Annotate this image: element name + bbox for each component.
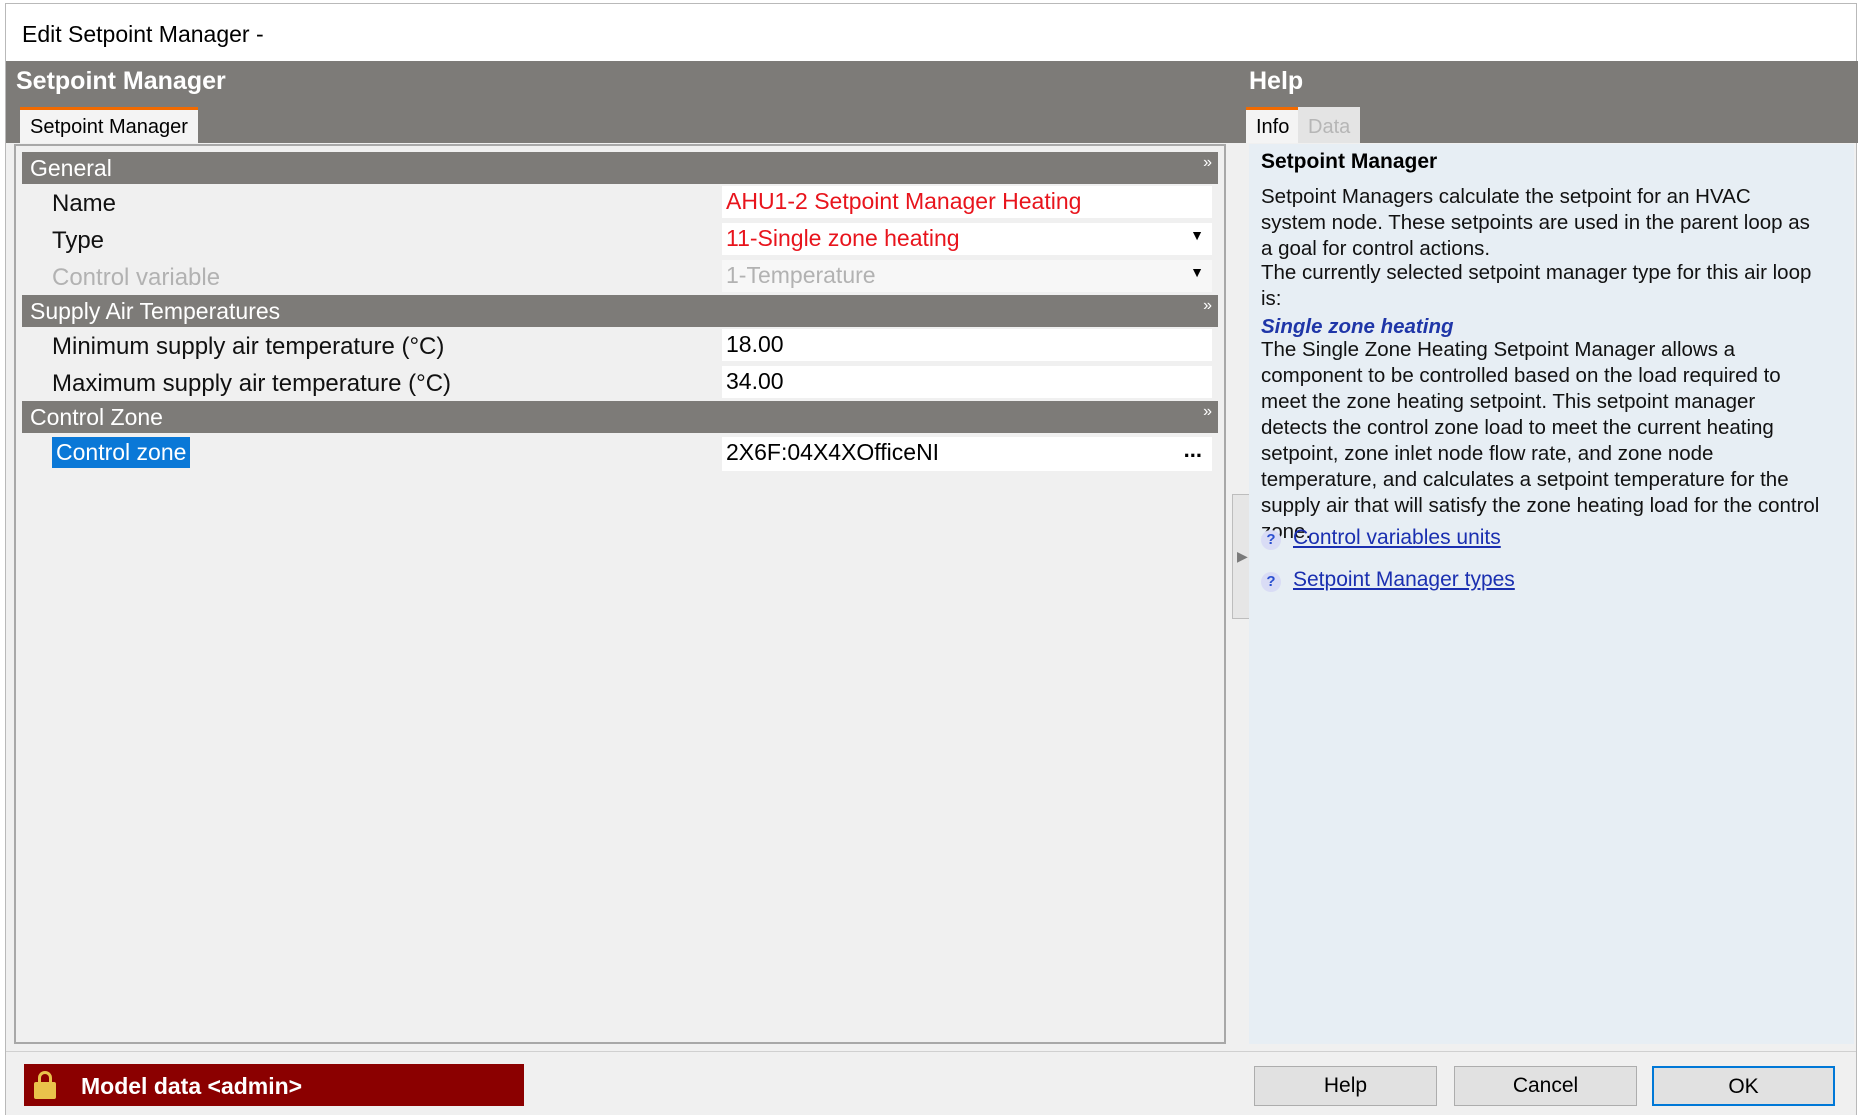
panel-splitter[interactable]: ▶ xyxy=(1232,494,1250,619)
tab-strip: Setpoint Manager xyxy=(6,103,1239,143)
section-title: Control Zone xyxy=(30,404,163,430)
type-dropdown[interactable]: 11-Single zone heating ▼ xyxy=(722,223,1212,255)
property-row-name: Name AHU1-2 Setpoint Manager Heating xyxy=(22,184,1218,221)
window-title: Edit Setpoint Manager - xyxy=(22,21,264,47)
help-button[interactable]: Help xyxy=(1254,1066,1437,1106)
help-question-icon: ? xyxy=(1261,572,1281,592)
dialog-footer: Model data <admin> Help Cancel OK xyxy=(6,1051,1856,1115)
control-variable-dropdown: 1-Temperature ▼ xyxy=(722,260,1212,292)
control-variable-value: 1-Temperature xyxy=(726,262,876,288)
link-text[interactable]: Setpoint Manager types xyxy=(1293,568,1515,591)
property-row-control-zone: Control zone 2X6F:04X4XOfficeNI ... xyxy=(22,433,1218,475)
section-general[interactable]: General » xyxy=(22,152,1218,184)
help-title: Help xyxy=(1249,67,1304,95)
padlock-icon xyxy=(34,1071,56,1099)
help-content: Setpoint Manager Setpoint Managers calcu… xyxy=(1249,144,1854,1044)
control-zone-field[interactable]: 2X6F:04X4XOfficeNI ... xyxy=(722,437,1212,471)
max-supply-temp-field[interactable]: 34.00 xyxy=(722,366,1212,398)
setpoint-manager-panel-header: Setpoint Manager Setpoint Manager xyxy=(6,61,1239,143)
collapse-chevron-icon[interactable]: » xyxy=(1203,297,1212,315)
dropdown-arrow-icon: ▼ xyxy=(1190,264,1204,280)
dropdown-arrow-icon[interactable]: ▼ xyxy=(1190,227,1204,243)
section-supply-air-temperatures[interactable]: Supply Air Temperatures » xyxy=(22,295,1218,327)
model-data-status-bar: Model data <admin> xyxy=(24,1064,524,1106)
control-zone-value: 2X6F:04X4XOfficeNI xyxy=(726,439,940,465)
property-grid-container: General » Name AHU1-2 Setpoint Manager H… xyxy=(14,144,1226,1044)
help-paragraph-current-type: The currently selected setpoint manager … xyxy=(1261,261,1812,310)
property-label: Minimum supply air temperature (°C) xyxy=(52,333,445,360)
property-label: Type xyxy=(52,227,105,254)
link-setpoint-manager-types[interactable]: ? Setpoint Manager types xyxy=(1261,568,1515,592)
section-title: General xyxy=(30,155,112,181)
property-label: Maximum supply air temperature (°C) xyxy=(52,370,452,397)
property-row-control-variable: Control variable 1-Temperature ▼ xyxy=(22,258,1218,295)
section-title: Supply Air Temperatures xyxy=(30,298,281,324)
property-row-max-supply-temp: Maximum supply air temperature (°C) 34.0… xyxy=(22,364,1218,401)
link-control-variables-units[interactable]: ? Control variables units xyxy=(1261,526,1501,550)
collapse-chevron-icon[interactable]: » xyxy=(1203,403,1212,421)
tab-data[interactable]: Data xyxy=(1298,107,1361,143)
control-zone-label-selected[interactable]: Control zone xyxy=(52,437,191,468)
property-label: Control variable xyxy=(52,264,221,291)
property-row-min-supply-temp: Minimum supply air temperature (°C) 18.0… xyxy=(22,327,1218,364)
property-label: Name xyxy=(52,190,117,217)
help-paragraph-intro: Setpoint Managers calculate the setpoint… xyxy=(1261,185,1810,260)
type-dropdown-value: 11-Single zone heating xyxy=(726,225,960,251)
title-bar: Edit Setpoint Manager - xyxy=(6,4,1856,61)
section-control-zone[interactable]: Control Zone » xyxy=(22,401,1218,433)
tab-info[interactable]: Info xyxy=(1246,107,1300,143)
panel-title: Setpoint Manager xyxy=(16,67,226,95)
link-text[interactable]: Control variables units xyxy=(1293,526,1501,549)
ok-button[interactable]: OK xyxy=(1652,1066,1835,1106)
property-grid: General » Name AHU1-2 Setpoint Manager H… xyxy=(22,152,1218,475)
help-paragraph-description: The Single Zone Heating Setpoint Manager… xyxy=(1261,338,1820,543)
cancel-button[interactable]: Cancel xyxy=(1454,1066,1637,1106)
status-text: Model data <admin> xyxy=(81,1073,303,1099)
min-supply-temp-field[interactable]: 18.00 xyxy=(722,329,1212,361)
help-tab-strip: Info Data xyxy=(1239,103,1858,143)
name-field[interactable]: AHU1-2 Setpoint Manager Heating xyxy=(722,186,1212,218)
help-subtitle: Single zone heating xyxy=(1261,315,1454,338)
help-topic-title: Setpoint Manager xyxy=(1261,150,1438,173)
help-question-icon: ? xyxy=(1261,530,1281,550)
property-row-type: Type 11-Single zone heating ▼ xyxy=(22,221,1218,258)
browse-button[interactable]: ... xyxy=(1184,437,1202,463)
tab-setpoint-manager[interactable]: Setpoint Manager xyxy=(20,107,198,143)
collapse-arrow-icon[interactable]: ▶ xyxy=(1237,548,1248,565)
edit-setpoint-manager-window: Edit Setpoint Manager - Setpoint Manager… xyxy=(5,3,1858,1115)
collapse-chevron-icon[interactable]: » xyxy=(1203,154,1212,172)
help-panel-header: Help Info Data xyxy=(1239,61,1858,143)
